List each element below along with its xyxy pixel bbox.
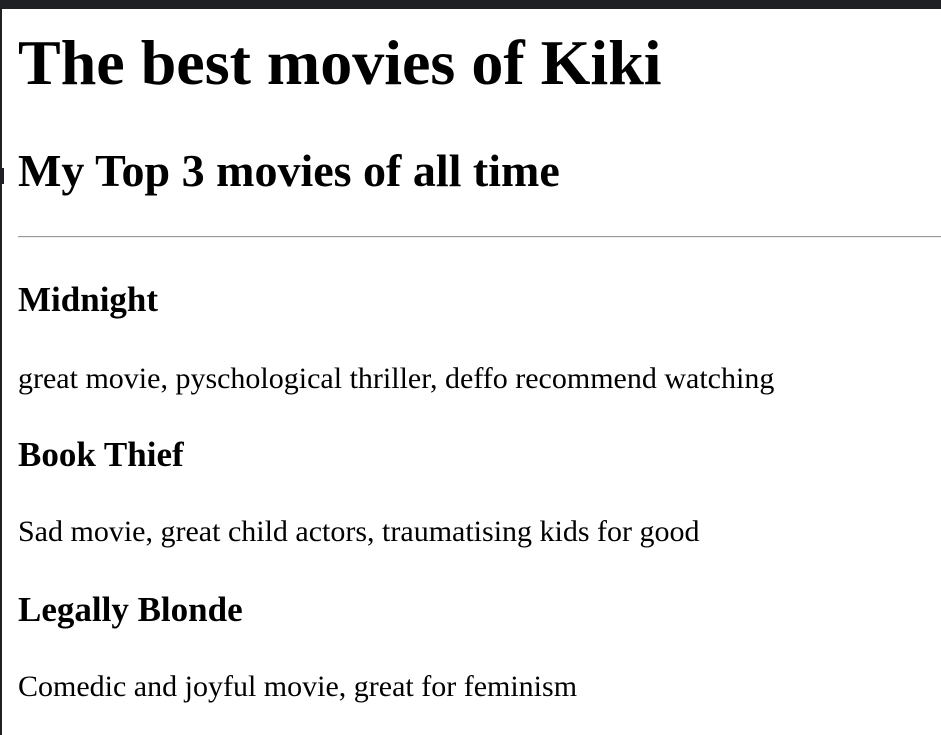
- section-divider: [18, 236, 941, 238]
- left-border-notch: [0, 168, 4, 184]
- movie-title-book-thief: Book Thief: [18, 435, 184, 474]
- page-subtitle: My Top 3 movies of all time: [18, 145, 560, 196]
- browser-top-strip: [0, 0, 941, 9]
- movie-description-midnight: great movie, pyschological thriller, def…: [18, 362, 775, 395]
- movie-title-legally-blonde: Legally Blonde: [18, 590, 243, 629]
- left-window-border: [0, 9, 2, 735]
- movie-description-book-thief: Sad movie, great child actors, traumatis…: [18, 515, 700, 548]
- movie-description-legally-blonde: Comedic and joyful movie, great for femi…: [18, 670, 578, 703]
- movie-title-midnight: Midnight: [18, 280, 159, 319]
- page-title: The best movies of Kiki: [18, 27, 662, 98]
